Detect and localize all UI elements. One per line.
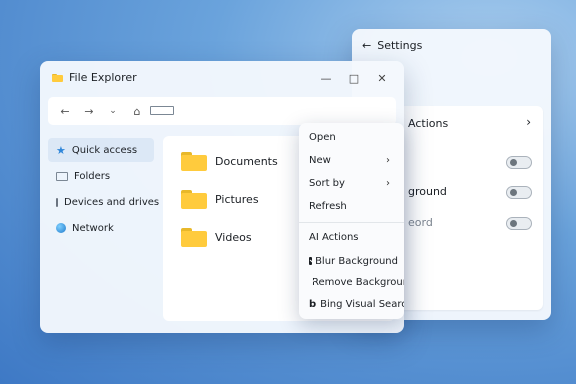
menu-item-remove-background[interactable]: Remove Background <box>309 272 404 292</box>
folder-outline-icon <box>150 105 174 118</box>
checkbox-icon <box>309 257 313 265</box>
address-bar[interactable]: ← → ⌄ ⌂ <box>48 97 396 125</box>
list-item[interactable]: Documents <box>181 149 278 173</box>
menu-divider <box>299 222 404 223</box>
sidebar-item-label: Folders <box>74 170 111 182</box>
menu-item-label: Remove Background <box>312 276 404 288</box>
sidebar-item-network[interactable]: Network <box>48 216 154 240</box>
bing-logo-icon: b <box>309 298 317 310</box>
file-name: Documents <box>215 154 278 168</box>
folder-icon <box>181 227 207 247</box>
settings-title: Settings <box>377 39 423 52</box>
settings-row-label: eord <box>408 216 433 229</box>
maximize-icon[interactable]: □ <box>340 69 368 87</box>
toggle-switch[interactable] <box>506 186 532 199</box>
chevron-right-icon: › <box>526 115 531 129</box>
window-title: File Explorer <box>69 71 137 84</box>
chevron-right-icon: › <box>386 177 390 189</box>
sidebar-item-label: Devices and drives <box>64 196 160 208</box>
drive-icon <box>56 197 58 207</box>
star-icon: ★ <box>56 143 66 157</box>
chevron-right-icon: › <box>386 154 390 166</box>
menu-item-blur-background[interactable]: Blur Background <box>309 251 398 271</box>
chevron-down-icon[interactable]: ⌄ <box>102 106 124 116</box>
sidebar-item-label: Network <box>72 222 114 234</box>
file-name: Pictures <box>215 192 259 206</box>
menu-item-new[interactable]: New › <box>309 150 398 170</box>
list-item[interactable]: Pictures <box>181 187 259 211</box>
context-menu: Open New › Sort by › Refresh AI Actions … <box>299 123 404 319</box>
sidebar-item-folders[interactable]: Folders <box>48 164 154 188</box>
menu-item-bing-visual-search[interactable]: b Bing Visual Search <box>309 294 404 314</box>
back-arrow-icon[interactable]: ← <box>54 105 76 118</box>
back-arrow-icon[interactable]: ← <box>362 39 371 52</box>
sidebar-item-label: Quick access <box>71 144 138 156</box>
menu-item-open[interactable]: Open <box>309 127 398 147</box>
menu-item-label: Open <box>309 131 336 143</box>
folder-icon <box>181 189 207 209</box>
window-controls: — □ ✕ <box>312 69 396 87</box>
file-name: Videos <box>215 230 252 244</box>
minimize-icon[interactable]: — <box>312 69 340 87</box>
toggle-switch[interactable] <box>506 156 532 169</box>
menu-section-label: AI Actions <box>309 231 359 243</box>
sidebar-item-quick-access[interactable]: ★ Quick access <box>48 138 154 162</box>
menu-item-label: Refresh <box>309 200 347 212</box>
menu-item-label: Blur Background <box>315 255 398 267</box>
close-icon[interactable]: ✕ <box>368 69 396 87</box>
toggle-switch[interactable] <box>506 217 532 230</box>
sidebar: ★ Quick access Folders Devices and drive… <box>48 138 159 242</box>
menu-item-label: New <box>309 154 331 166</box>
sidebar-item-devices[interactable]: Devices and drives <box>48 190 159 214</box>
menu-item-refresh[interactable]: Refresh <box>309 196 398 216</box>
folder-icon <box>52 73 63 82</box>
menu-item-label: Sort by <box>309 177 345 189</box>
list-item[interactable]: Videos <box>181 225 252 249</box>
home-icon[interactable]: ⌂ <box>126 105 148 118</box>
folder-icon <box>56 171 68 181</box>
menu-item-label: Bing Visual Search <box>320 298 404 310</box>
ai-actions-header: AI Actions <box>309 227 398 247</box>
folder-icon <box>181 151 207 171</box>
network-globe-icon <box>56 223 66 233</box>
forward-arrow-icon[interactable]: → <box>78 105 100 118</box>
settings-row-label: ground <box>408 185 447 198</box>
ai-actions-label: Actions <box>408 117 449 130</box>
explorer-titlebar: File Explorer <box>52 71 137 84</box>
settings-header: ← Settings <box>362 39 422 52</box>
menu-item-sort-by[interactable]: Sort by › <box>309 173 398 193</box>
